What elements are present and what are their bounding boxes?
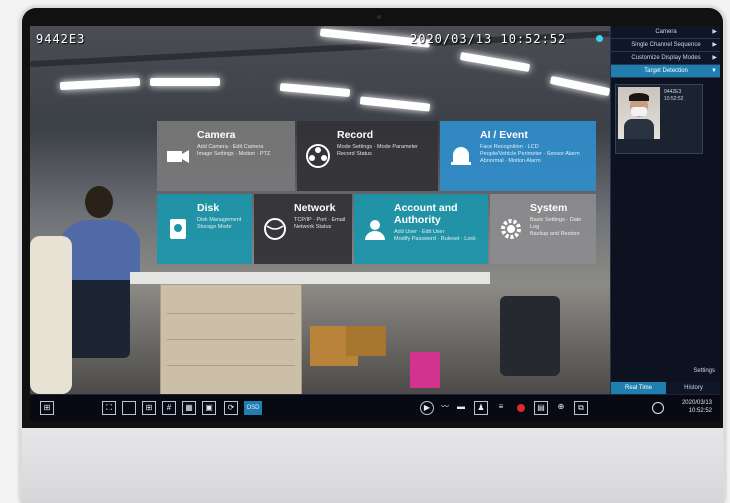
tile-subtitle: Face Recognition · LCD People/Vehicle Pe… <box>480 144 580 164</box>
hard-disk-icon <box>170 219 186 239</box>
tile-subtitle: Add Camera · Edit Camera Image Settings … <box>197 144 271 157</box>
ceiling-light <box>279 82 351 98</box>
tile-subtitle: Basic Settings · Date Log Backup and Res… <box>530 217 582 237</box>
manual-record-icon[interactable]: ▬ <box>454 401 468 415</box>
osd-button[interactable]: OSD <box>244 401 262 415</box>
webcam-dot <box>377 15 381 19</box>
person-figure <box>30 236 72 394</box>
panel-item-customize-display-modes[interactable]: Customize Display Modes ▶ <box>611 52 720 65</box>
panel-item-target-detection[interactable]: Target Detection ▼ <box>611 65 720 78</box>
custom-layout-icon[interactable]: ▣ <box>202 401 216 415</box>
face-snapshot <box>618 87 660 139</box>
desk <box>130 272 490 284</box>
record-indicator-icon <box>596 35 603 42</box>
tab-history[interactable]: History <box>666 382 720 394</box>
playback-icon[interactable]: ▶ <box>420 401 434 415</box>
right-side-panel: Camera ▶ Single Channel Sequence ▶ Custo… <box>610 26 720 394</box>
power-icon[interactable] <box>652 402 664 414</box>
menu-tile-network[interactable]: Network TCP/IP · Port · Email Network St… <box>254 194 352 264</box>
trash-bin <box>410 352 440 388</box>
menu-tile-system[interactable]: System Basic Settings · Date Log Backup … <box>490 194 596 264</box>
ceiling-light <box>549 75 610 97</box>
layout-16-icon[interactable]: ▦ <box>182 401 196 415</box>
tile-title: Network <box>294 202 336 214</box>
wave-icon[interactable]: 〰 <box>438 401 452 415</box>
alarm-status-icon[interactable]: ≡ <box>494 401 508 415</box>
film-reel-icon <box>306 144 330 168</box>
panel-item-single-channel-sequence[interactable]: Single Channel Sequence ▶ <box>611 39 720 52</box>
menu-tile-camera[interactable]: Camera Add Camera · Edit Camera Image Se… <box>157 121 295 191</box>
menu-tile-disk[interactable]: Disk Disk Management Storage Mode <box>157 194 252 264</box>
ceiling-light <box>59 77 141 91</box>
person-head <box>85 186 113 218</box>
tile-subtitle: Disk Management Storage Mode <box>197 217 242 230</box>
menu-tile-account-authority[interactable]: Account and Authority Add User · Edit Us… <box>354 194 488 264</box>
office-chair <box>500 296 560 376</box>
tile-title: Camera <box>197 129 236 141</box>
tile-title: AI / Event <box>480 129 528 141</box>
person-search-icon[interactable]: ♟ <box>474 401 488 415</box>
disk-status-icon[interactable]: ▤ <box>534 401 548 415</box>
cardboard-box <box>346 326 386 356</box>
layout-1-icon[interactable] <box>122 401 136 415</box>
screenshot-icon[interactable]: ⧉ <box>574 401 588 415</box>
drawer-cabinet <box>160 284 302 394</box>
tile-title: System <box>530 202 568 214</box>
camera-icon <box>167 150 189 163</box>
gear-icon <box>501 219 521 239</box>
tile-title: Disk <box>197 202 220 214</box>
person-figure <box>60 220 140 280</box>
user-icon <box>365 220 385 240</box>
ceiling-light <box>459 51 531 73</box>
thumbnail-caption: 9442E3 10:52:52 <box>664 89 684 102</box>
network-status-icon[interactable]: ⊕ <box>554 401 568 415</box>
start-menu-icon[interactable]: ⊞ <box>40 401 54 415</box>
tile-subtitle: TCP/IP · Port · Email Network Status <box>294 217 346 230</box>
layout-4-icon[interactable]: ⊞ <box>142 401 156 415</box>
bottom-taskbar: ⊞ ⛶ ⊞ # ▦ ▣ ⟳ OSD ▶ 〰 ▬ ♟ ≡ ▤ ⊕ ⧉ 2020/0… <box>30 394 720 421</box>
chevron-right-icon: ▶ <box>712 42 717 48</box>
face-detection-thumbnail[interactable]: 9442E3 10:52:52 <box>615 84 703 154</box>
monitor-chin <box>22 428 723 503</box>
live-video-view[interactable]: 9442E3 2020/03/13 10:52:52 Camera Add Ca… <box>30 26 610 394</box>
ceiling-light <box>359 96 431 112</box>
panel-item-camera[interactable]: Camera ▶ <box>611 26 720 39</box>
chevron-down-icon: ▼ <box>711 68 717 74</box>
tile-subtitle: Add User · Edit User Modify Password · R… <box>394 229 476 242</box>
panel-settings-link[interactable]: Settings <box>693 368 715 374</box>
alarm-red-icon[interactable] <box>514 401 528 415</box>
camera-id-overlay: 9442E3 <box>36 32 86 46</box>
taskbar-clock: 2020/03/13 10:52:52 <box>681 400 712 414</box>
globe-icon <box>264 218 286 240</box>
layout-9-icon[interactable]: # <box>162 401 176 415</box>
fullscreen-icon[interactable]: ⛶ <box>102 401 116 415</box>
chevron-right-icon: ▶ <box>712 55 717 61</box>
menu-tile-record[interactable]: Record Mode Settings · Mode Parameter Re… <box>297 121 438 191</box>
tab-real-time[interactable]: Real Time <box>611 382 666 394</box>
datetime-overlay: 2020/03/13 10:52:52 <box>410 32 567 46</box>
tile-title: Account and Authority <box>394 202 458 226</box>
nvr-screen: 9442E3 2020/03/13 10:52:52 Camera Add Ca… <box>30 26 720 421</box>
menu-tile-ai-event[interactable]: AI / Event Face Recognition · LCD People… <box>440 121 596 191</box>
refresh-icon[interactable]: ⟳ <box>224 401 238 415</box>
panel-tabs: Real Time History <box>611 382 720 394</box>
tile-title: Record <box>337 129 374 141</box>
alarm-bell-icon <box>451 147 471 165</box>
tile-subtitle: Mode Settings · Mode Parameter Record St… <box>337 144 419 157</box>
chevron-right-icon: ▶ <box>712 29 717 35</box>
ceiling-light <box>150 78 220 86</box>
